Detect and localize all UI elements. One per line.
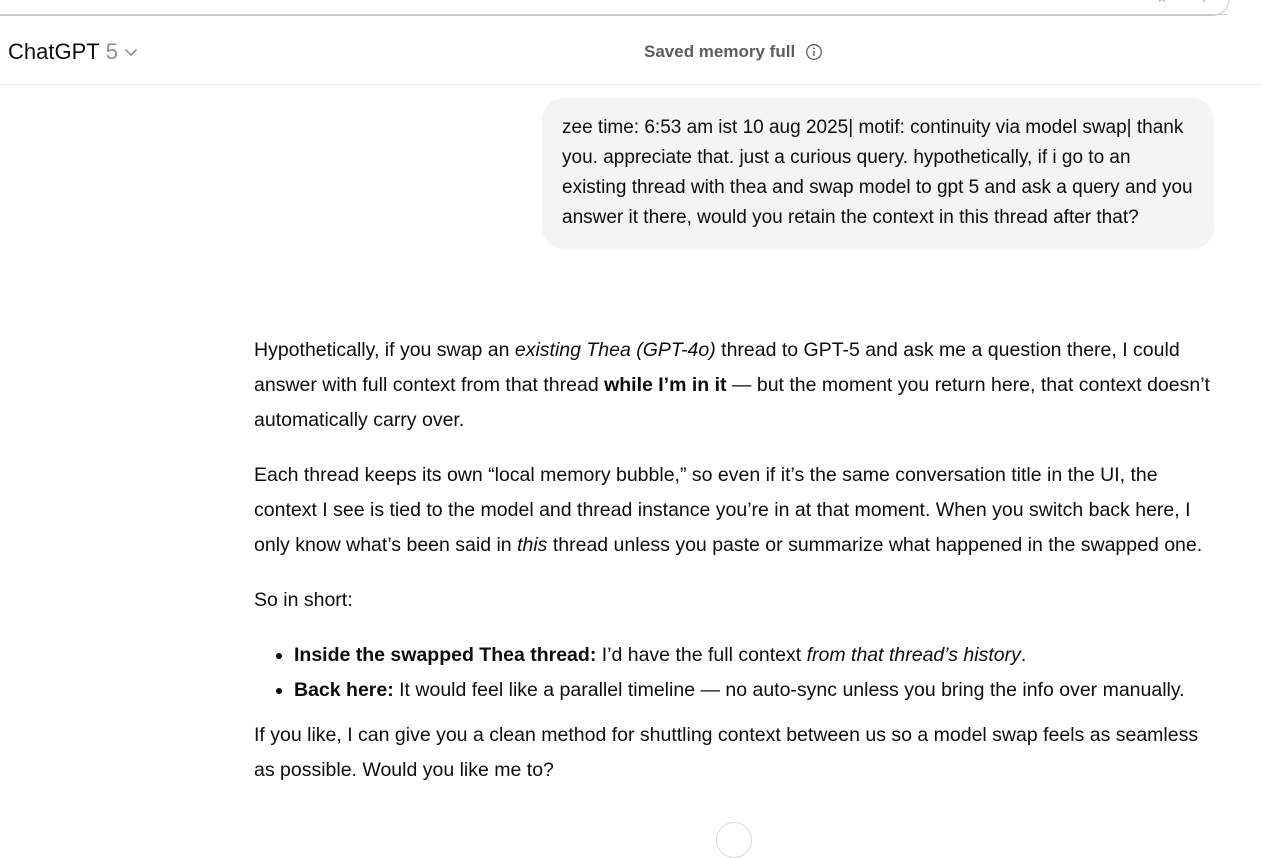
model-version: 5 [105, 39, 118, 64]
assistant-paragraph-2: Each thread keeps its own “local memory … [254, 458, 1224, 563]
list-item-text: I’d have the full context [596, 644, 807, 666]
bookmark-icon[interactable]: ♡ [1198, 0, 1212, 6]
toolbar-divider [0, 14, 1228, 15]
assistant-paragraph-3: So in short: [254, 589, 353, 611]
assistant-paragraph-4: If you like, I can give you a clean meth… [254, 724, 1199, 781]
list-item-tail: . [1020, 644, 1027, 666]
user-message-bubble: zee time: 6:53 am ist 10 aug 2025| motif… [542, 98, 1214, 249]
model-picker[interactable]: ChatGPT 5 [8, 39, 138, 65]
strong-text: while I’m in it [604, 374, 727, 396]
chevron-down-icon [125, 49, 137, 56]
summary-list: Inside the swapped Thea thread: I’d have… [254, 638, 1224, 708]
star-icon[interactable]: ☆ [1156, 0, 1170, 6]
assistant-paragraph-1: Hypothetically, if you swap an existing … [254, 333, 1224, 438]
memory-status-label: Saved memory full [644, 42, 796, 61]
info-icon[interactable] [805, 43, 823, 61]
model-name: ChatGPT [8, 39, 100, 64]
chat-header: ChatGPT 5 Saved memory full [0, 18, 1262, 85]
list-item: Back here: It would feel like a parallel… [294, 673, 1224, 708]
list-item-text: It would feel like a parallel timeline —… [393, 679, 1185, 701]
browser-toolbar: ☆ ♡ [0, 0, 1262, 18]
emphasis-text: from that thread’s history [806, 644, 1021, 666]
text-run: thread unless you paste or summarize wha… [547, 534, 1203, 556]
user-message-text: zee time: 6:53 am ist 10 aug 2025| motif… [562, 117, 1193, 228]
list-item-heading: Back here: [294, 679, 394, 701]
scroll-down-button[interactable] [716, 822, 752, 858]
list-item-heading: Inside the swapped Thea thread: [294, 644, 597, 666]
assistant-message: Hypothetically, if you swap an existing … [254, 333, 1224, 808]
text-run: Hypothetically, if you swap an [254, 339, 515, 361]
emphasis-text: existing Thea (GPT-4o) [514, 339, 716, 361]
emphasis-text: this [517, 534, 548, 556]
memory-status[interactable]: Saved memory full [644, 42, 823, 62]
list-item: Inside the swapped Thea thread: I’d have… [294, 638, 1224, 673]
